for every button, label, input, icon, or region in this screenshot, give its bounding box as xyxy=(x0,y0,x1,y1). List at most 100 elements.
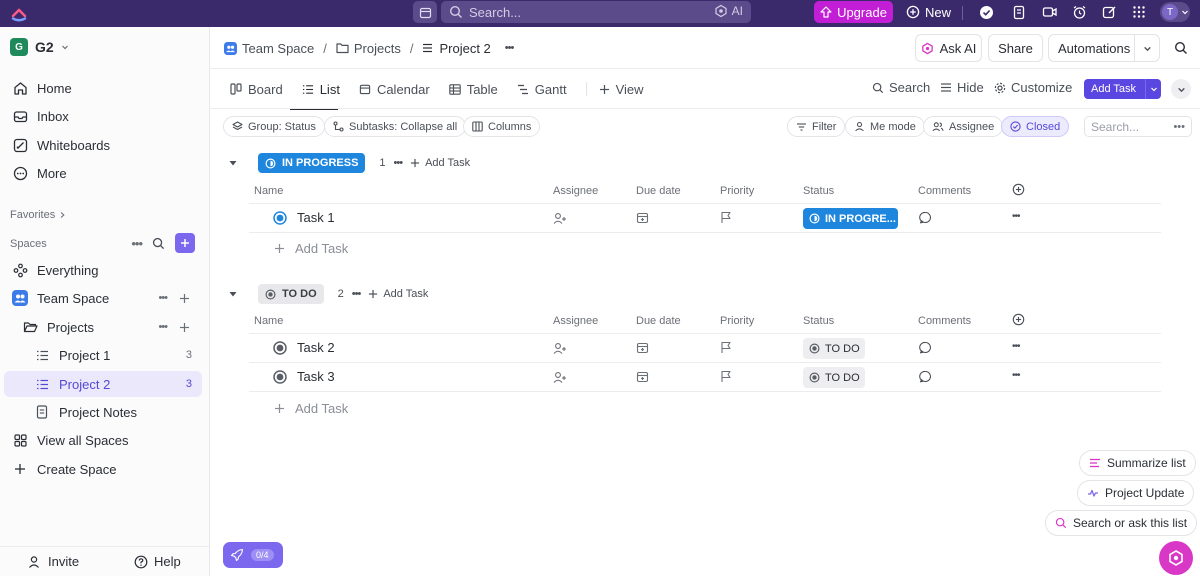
in-progress-status-icon[interactable] xyxy=(273,211,287,225)
comment-icon[interactable] xyxy=(919,211,932,224)
ask-list-button[interactable]: Search or ask this list xyxy=(1045,510,1198,536)
assign-user-icon[interactable] xyxy=(553,371,567,384)
status-badge[interactable]: TO DO xyxy=(803,367,865,388)
ai-button[interactable]: AI xyxy=(714,4,743,18)
collapse-triangle-icon[interactable] xyxy=(228,289,238,299)
notepad-icon[interactable] xyxy=(1011,4,1027,20)
search-icon[interactable] xyxy=(152,237,165,250)
columns-chip[interactable]: Columns xyxy=(463,116,541,137)
comment-icon[interactable] xyxy=(919,370,932,383)
priority-flag-icon[interactable] xyxy=(720,211,732,224)
ask-ai-button[interactable]: Ask AI xyxy=(915,34,982,62)
upgrade-button[interactable]: Upgrade xyxy=(814,1,893,23)
plus-icon[interactable] xyxy=(179,293,190,304)
share-button[interactable]: Share xyxy=(988,34,1043,62)
sidebar-item-whiteboards[interactable]: Whiteboards xyxy=(4,132,202,158)
automations-button[interactable]: Automations xyxy=(1048,34,1160,62)
workspace-switcher[interactable]: G G2 xyxy=(10,38,69,56)
user-avatar-menu[interactable]: T xyxy=(1160,2,1190,22)
more-dots-icon[interactable]: ••• xyxy=(394,157,404,169)
view-search-button[interactable]: Search xyxy=(872,80,930,95)
sidebar-item-create-space[interactable]: Create Space xyxy=(4,456,202,482)
due-date-icon[interactable] xyxy=(636,370,649,383)
column-header-due-date[interactable]: Due date xyxy=(636,185,681,197)
breadcrumb-project-2[interactable]: Project 2 xyxy=(422,41,491,56)
column-header-priority[interactable]: Priority xyxy=(720,315,754,327)
more-dots-icon[interactable]: ••• xyxy=(505,42,515,54)
table-row[interactable]: Task 1 IN PROGRE... ••• xyxy=(249,204,1161,233)
subtasks-chip[interactable]: Subtasks: Collapse all xyxy=(324,116,467,137)
sidebar-item-everything[interactable]: Everything xyxy=(4,257,202,283)
automations-dropdown[interactable] xyxy=(1134,35,1159,61)
check-circle-icon[interactable] xyxy=(978,4,994,20)
more-dots-icon[interactable]: ••• xyxy=(131,236,143,251)
sidebar-item-project-1[interactable]: Project 1 3 xyxy=(4,342,202,368)
tab-table[interactable]: Table xyxy=(448,78,498,100)
assignee-chip[interactable]: Assignee xyxy=(923,116,1004,137)
group-by-chip[interactable]: Group: Status xyxy=(223,116,325,137)
sidebar-item-home[interactable]: Home xyxy=(4,75,202,101)
alarm-clock-icon[interactable] xyxy=(1071,4,1087,20)
hide-button[interactable]: Hide xyxy=(940,80,984,95)
me-mode-chip[interactable]: Me mode xyxy=(845,116,925,137)
project-update-button[interactable]: Project Update xyxy=(1077,480,1195,506)
todo-status-icon[interactable] xyxy=(273,341,287,355)
video-record-icon[interactable] xyxy=(1042,4,1058,20)
due-date-icon[interactable] xyxy=(636,341,649,354)
column-header-name[interactable]: Name xyxy=(254,315,283,327)
global-search-input[interactable]: Search... AI xyxy=(441,1,751,23)
task-name[interactable]: Task 3 xyxy=(297,369,335,384)
search-icon[interactable] xyxy=(1174,41,1188,55)
clickup-logo-icon[interactable] xyxy=(10,5,28,23)
task-name[interactable]: Task 1 xyxy=(297,210,335,225)
tab-list[interactable]: List xyxy=(302,78,340,100)
onboarding-progress-button[interactable]: 0/4 xyxy=(223,542,283,568)
favorites-section[interactable]: Favorites xyxy=(10,209,66,221)
comment-icon[interactable] xyxy=(919,341,932,354)
priority-flag-icon[interactable] xyxy=(720,370,732,383)
breadcrumb-team-space[interactable]: Team Space xyxy=(224,41,314,56)
more-dots-icon[interactable]: ••• xyxy=(158,321,168,333)
assign-user-icon[interactable] xyxy=(553,212,567,225)
tab-calendar[interactable]: Calendar xyxy=(359,78,430,100)
more-dots-icon[interactable]: ••• xyxy=(1012,211,1020,222)
add-column-icon[interactable] xyxy=(1012,313,1025,326)
tab-gantt[interactable]: Gantt xyxy=(517,78,567,100)
sidebar-item-project-notes[interactable]: Project Notes xyxy=(4,399,202,425)
add-view-button[interactable]: View xyxy=(599,78,644,100)
group-add-task-button[interactable]: Add Task xyxy=(410,157,470,169)
help-button[interactable]: Help xyxy=(134,554,181,569)
column-header-name[interactable]: Name xyxy=(254,185,283,197)
sidebar-item-view-all-spaces[interactable]: View all Spaces xyxy=(4,427,202,453)
column-header-status[interactable]: Status xyxy=(803,185,834,197)
column-header-comments[interactable]: Comments xyxy=(918,315,971,327)
table-row[interactable]: Task 2 TO DO ••• xyxy=(249,334,1161,363)
sidebar-item-more[interactable]: More xyxy=(4,160,202,186)
column-header-comments[interactable]: Comments xyxy=(918,185,971,197)
apps-grid-icon[interactable] xyxy=(1131,4,1147,20)
group-add-task-button[interactable]: Add Task xyxy=(368,288,428,300)
status-badge[interactable]: TO DO xyxy=(258,284,324,304)
column-header-assignee[interactable]: Assignee xyxy=(553,185,598,197)
status-badge[interactable]: IN PROGRESS xyxy=(258,153,366,173)
new-button[interactable]: New xyxy=(906,2,951,22)
filter-chip[interactable]: Filter xyxy=(787,116,846,137)
add-task-row[interactable]: Add Task xyxy=(274,238,348,258)
customize-button[interactable]: Customize xyxy=(994,80,1072,95)
column-header-assignee[interactable]: Assignee xyxy=(553,315,598,327)
ai-assistant-fab[interactable] xyxy=(1159,541,1193,575)
column-header-priority[interactable]: Priority xyxy=(720,185,754,197)
calendar-icon[interactable] xyxy=(413,1,437,23)
sidebar-item-project-2[interactable]: Project 2 3 xyxy=(4,371,202,397)
more-dots-icon[interactable]: ••• xyxy=(1012,341,1020,352)
sidebar-item-inbox[interactable]: Inbox xyxy=(4,103,202,129)
plus-icon[interactable] xyxy=(179,322,190,333)
status-badge[interactable]: TO DO xyxy=(803,338,865,359)
table-row[interactable]: Task 3 TO DO ••• xyxy=(249,363,1161,392)
add-space-button[interactable] xyxy=(175,233,195,253)
priority-flag-icon[interactable] xyxy=(720,341,732,354)
tab-board[interactable]: Board xyxy=(230,78,283,100)
task-name[interactable]: Task 2 xyxy=(297,340,335,355)
status-badge[interactable]: IN PROGRE... xyxy=(803,208,898,229)
breadcrumb-projects[interactable]: Projects xyxy=(336,41,401,56)
